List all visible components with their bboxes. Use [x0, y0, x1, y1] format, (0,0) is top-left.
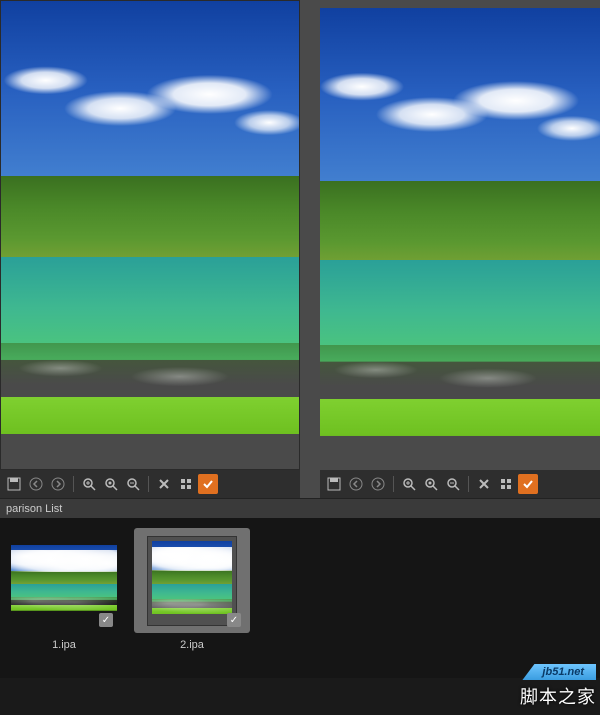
- check-icon[interactable]: [198, 474, 218, 494]
- right-image-frame[interactable]: [320, 8, 600, 470]
- check-icon[interactable]: [518, 474, 538, 494]
- grid-icon[interactable]: [496, 474, 516, 494]
- landscape-image: [320, 8, 600, 470]
- save-icon[interactable]: [324, 474, 344, 494]
- left-image-frame[interactable]: [0, 0, 300, 470]
- zoom-in-icon[interactable]: [399, 474, 419, 494]
- save-icon[interactable]: [4, 474, 24, 494]
- panel-title: parison List: [6, 503, 62, 515]
- thumbnail-image: [147, 536, 237, 626]
- watermark-text: 脚本之家: [520, 683, 596, 709]
- landscape-image: [1, 1, 299, 469]
- zoom-fit-icon[interactable]: [421, 474, 441, 494]
- thumbnail-item[interactable]: ✓ 1.ipa: [6, 528, 122, 651]
- landscape-image: [11, 545, 117, 617]
- arrow-right-icon[interactable]: [48, 474, 68, 494]
- thumbnail-label: 2.ipa: [180, 639, 204, 651]
- close-icon[interactable]: [474, 474, 494, 494]
- arrow-left-icon[interactable]: [346, 474, 366, 494]
- thumbnail-box: ✓: [6, 528, 122, 633]
- toolbar-separator: [73, 476, 74, 492]
- toolbar-separator: [468, 476, 469, 492]
- left-toolbar: [0, 470, 300, 498]
- thumbnail-box-selected: ✓: [134, 528, 250, 633]
- check-icon[interactable]: ✓: [227, 613, 241, 627]
- grid-icon[interactable]: [176, 474, 196, 494]
- zoom-in-icon[interactable]: [79, 474, 99, 494]
- zoom-out-icon[interactable]: [123, 474, 143, 494]
- toolbar-separator: [393, 476, 394, 492]
- thumbnail-image: [11, 545, 117, 617]
- left-image-pane: [0, 0, 300, 498]
- arrow-right-icon[interactable]: [368, 474, 388, 494]
- right-toolbar: [320, 470, 600, 498]
- check-icon[interactable]: ✓: [99, 613, 113, 627]
- zoom-fit-icon[interactable]: [101, 474, 121, 494]
- thumbnail-item[interactable]: ✓ 2.ipa: [134, 528, 250, 651]
- landscape-image: [152, 541, 232, 621]
- thumbnail-strip: ✓ 1.ipa ✓ 2.ipa: [0, 518, 600, 678]
- thumbnail-label: 1.ipa: [52, 639, 76, 651]
- close-icon[interactable]: [154, 474, 174, 494]
- toolbar-separator: [148, 476, 149, 492]
- arrow-left-icon[interactable]: [26, 474, 46, 494]
- zoom-out-icon[interactable]: [443, 474, 463, 494]
- image-comparison-viewer: [0, 0, 600, 498]
- comparison-list-header: parison List: [0, 498, 600, 518]
- right-image-pane: [300, 0, 600, 498]
